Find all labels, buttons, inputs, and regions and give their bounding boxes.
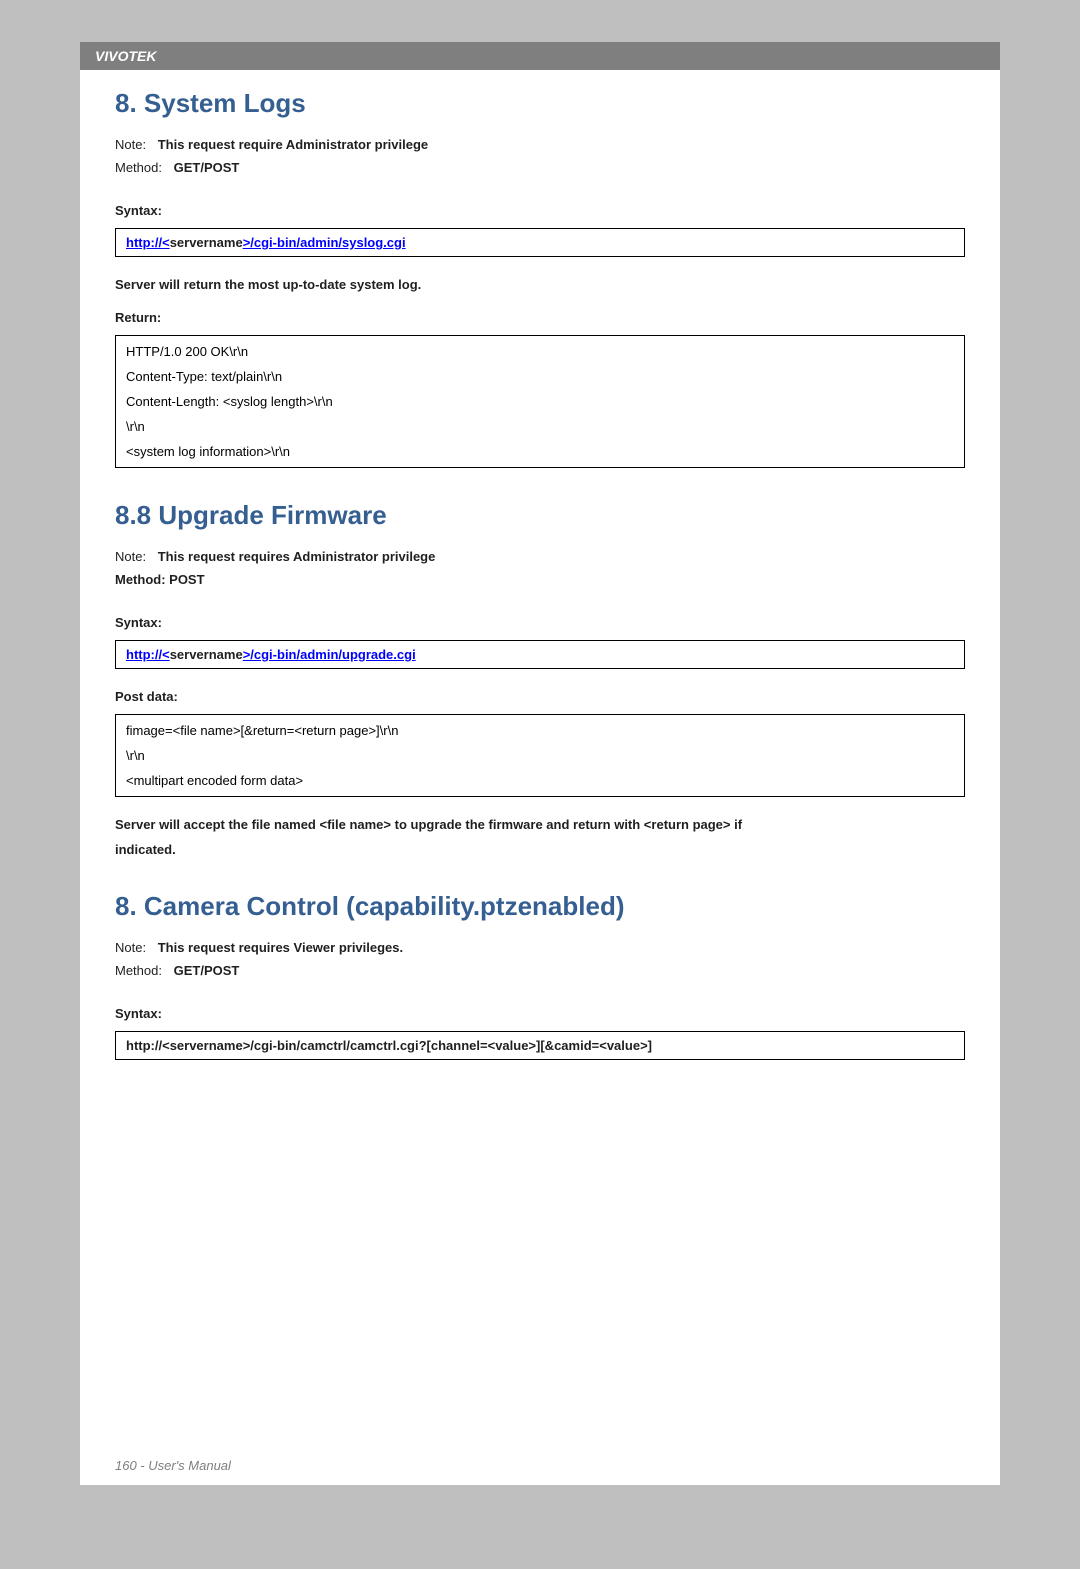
syntax-label: Syntax: (115, 203, 965, 218)
url-servername: servername (170, 647, 243, 662)
method-value: GET/POST (174, 160, 240, 175)
note-value: This request requires Administrator priv… (158, 549, 436, 564)
return-line: Content-Length: <syslog length>\r\n (126, 394, 954, 409)
header-brand: VIVOTEK (95, 48, 156, 64)
page-footer: 160 - User's Manual (115, 1458, 231, 1473)
post-data-box: fimage=<file name>[&return=<return page>… (115, 714, 965, 797)
section-title-firmware: 8.8 Upgrade Firmware (115, 500, 965, 531)
syntax-box-camera: http://<servername>/cgi-bin/camctrl/camc… (115, 1031, 965, 1060)
url-servername: servername (170, 235, 243, 250)
return-line: Content-Type: text/plain\r\n (126, 369, 954, 384)
method-label: Method: (115, 963, 162, 978)
section-break (115, 867, 965, 891)
url-prefix: http://< (126, 647, 170, 662)
note-line: Note: This request requires Administrato… (115, 549, 965, 564)
post-data-line: \r\n (126, 748, 954, 763)
return-paragraph1: Server will accept the file named <file … (115, 817, 965, 832)
note-line: Note: This request requires Viewer privi… (115, 940, 965, 955)
syntax-box-logs: http://<servername>/cgi-bin/admin/syslog… (115, 228, 965, 257)
note-line: Note: This request require Administrator… (115, 137, 965, 152)
method-text: Method: POST (115, 572, 965, 587)
return-line: HTTP/1.0 200 OK\r\n (126, 344, 954, 359)
page-container: VIVOTEK 8. System Logs Note: This reques… (80, 42, 1000, 1485)
url-prefix: http://< (126, 235, 170, 250)
section-title-camera: 8. Camera Control (capability.ptzenabled… (115, 891, 965, 922)
note-value: This request require Administrator privi… (158, 137, 428, 152)
note-label: Note: (115, 549, 146, 564)
return-label: Return: (115, 310, 965, 325)
return-paragraph: Server will return the most up-to-date s… (115, 277, 965, 292)
note-label: Note: (115, 137, 146, 152)
url-prefix: http://< (126, 1038, 170, 1053)
syntax-box-firmware: http://<servername>/cgi-bin/admin/upgrad… (115, 640, 965, 669)
url-suffix: >/cgi-bin/admin/upgrade.cgi (243, 647, 416, 662)
return-box-logs: HTTP/1.0 200 OK\r\n Content-Type: text/p… (115, 335, 965, 468)
post-data-label: Post data: (115, 689, 965, 704)
url-suffix: >/cgi-bin/admin/syslog.cgi (243, 235, 406, 250)
method-line: Method: GET/POST (115, 160, 965, 175)
return-line: <system log information>\r\n (126, 444, 954, 459)
post-data-line: fimage=<file name>[&return=<return page>… (126, 723, 954, 738)
url-middle: >/cgi-bin/camctrl/camctrl.cgi?[channel=<… (243, 1038, 652, 1053)
method-line: Method: GET/POST (115, 963, 965, 978)
footer-text: 160 - User's Manual (115, 1458, 231, 1473)
syntax-label: Syntax: (115, 1006, 965, 1021)
url-servername: servername (170, 1038, 243, 1053)
return-line: \r\n (126, 419, 954, 434)
method-value: GET/POST (174, 963, 240, 978)
return-paragraph2: indicated. (115, 842, 965, 857)
note-value: This request requires Viewer privileges. (158, 940, 403, 955)
section-title-logs: 8. System Logs (115, 88, 965, 119)
syntax-label: Syntax: (115, 615, 965, 630)
method-label: Method: (115, 160, 162, 175)
note-label: Note: (115, 940, 146, 955)
page-header: VIVOTEK (80, 42, 1000, 70)
post-data-line: <multipart encoded form data> (126, 773, 954, 788)
page-content: 8. System Logs Note: This request requir… (80, 70, 1000, 1060)
